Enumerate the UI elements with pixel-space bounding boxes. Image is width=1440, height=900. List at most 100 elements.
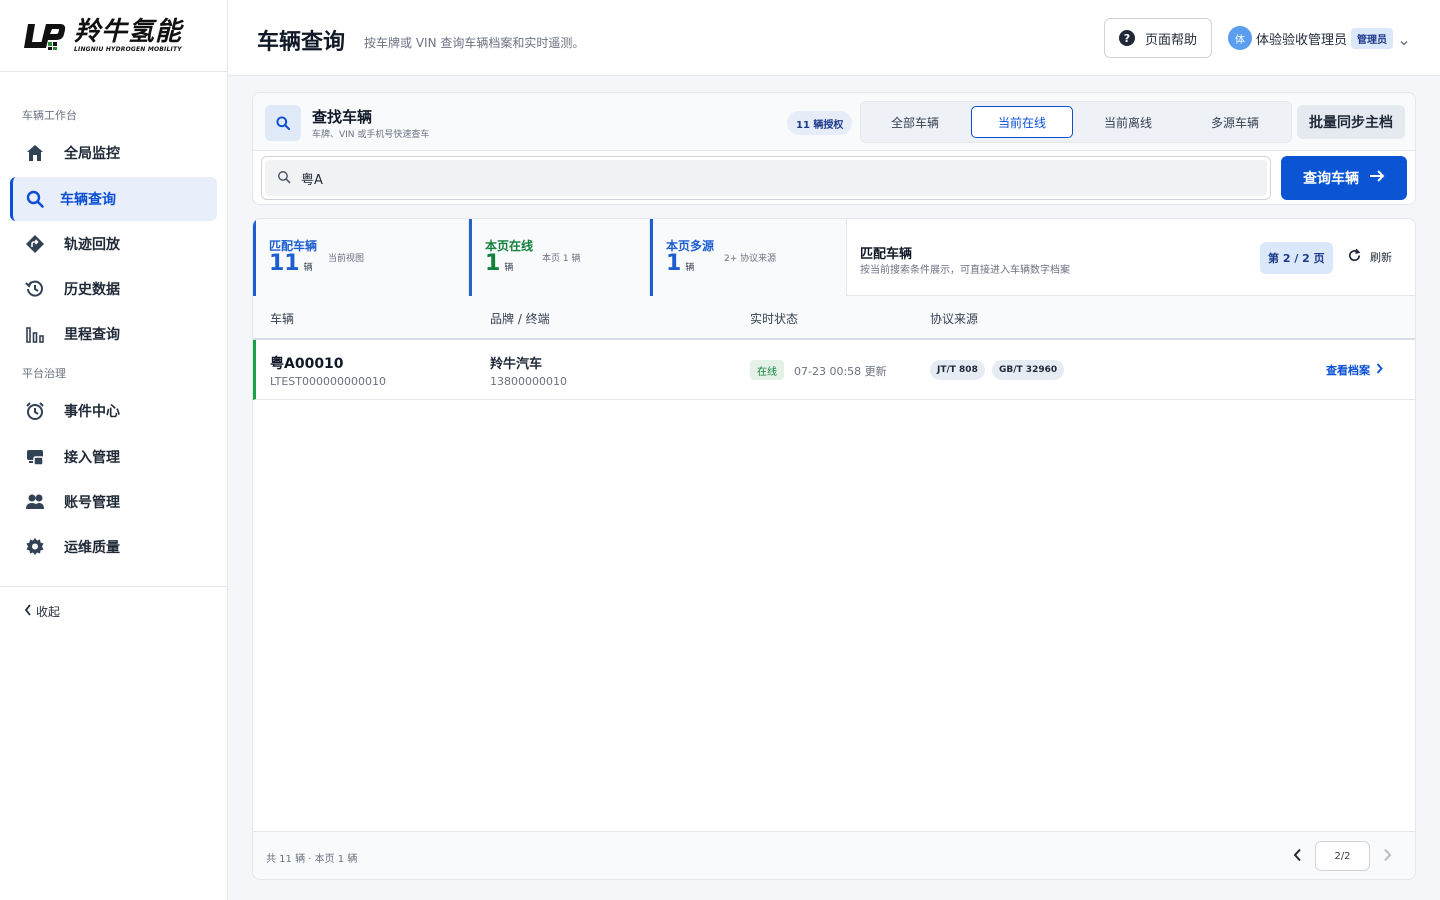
results-title: 匹配车辆 [860,247,913,262]
stat-unit: 辆 [303,263,313,273]
help-label: 页面帮助 [1144,32,1197,48]
query-button-label: 查询车辆 [1303,171,1359,187]
chevron-right-icon [1376,363,1383,377]
authorized-count-badge: 11 辆授权 [787,111,853,135]
sidebar-item-access-management[interactable]: 接入管理 [10,435,217,479]
role-badge: 管理员 [1351,27,1394,49]
avatar: 体 [1228,26,1252,50]
sidebar-item-mileage-query[interactable]: 里程查询 [10,312,217,356]
sidebar-item-global-monitor[interactable]: 全局监控 [10,131,217,175]
history-icon [24,278,46,300]
sidebar-item-history-data[interactable]: 历史数据 [10,267,217,311]
column-header: 实时状态 [750,312,799,326]
results-subtitle: 按当前搜索条件展示，可直接进入车辆数字档案 [860,265,1070,276]
sidebar-divider [0,586,227,587]
tab-multi-source[interactable]: 多源车辆 [1184,106,1286,138]
vehicle-brand: 羚牛汽车 [490,357,543,372]
sidebar-item-label: 历史数据 [64,282,120,298]
stat-note: 2+ 协议来源 [724,254,777,264]
query-vehicle-button[interactable]: 查询车辆 [1281,156,1407,200]
users-icon [24,491,46,513]
sidebar-item-label: 接入管理 [64,450,120,466]
protocol-badge: GB/T 32960 [992,360,1065,380]
home-icon [24,142,46,164]
column-header: 品牌 / 终端 [490,312,550,326]
page-help-button[interactable]: ? 页面帮助 [1104,18,1212,58]
page-title: 车辆查询 [257,30,346,55]
route-icon [24,233,46,255]
page-number-input[interactable]: 2/2 [1315,841,1370,871]
tab-online-now[interactable]: 当前在线 [971,106,1073,138]
table-header: 车辆 品牌 / 终端 实时状态 协议来源 [253,296,1415,340]
search-input[interactable] [301,170,1201,186]
page-indicator-badge: 第 2 / 2 页 [1260,242,1333,274]
view-archive-label: 查看档案 [1326,364,1370,377]
stat-page-online: 本页在线 1辆 本页 1 辆 [469,219,650,296]
chevron-right-icon [1383,847,1392,866]
device-link-icon [24,446,46,468]
stats-bar: 匹配车辆 11 辆 当前视图 本页在线 1辆 本页 1 辆 本页多源 1辆 2+ … [253,219,1415,296]
arrow-right-icon [1369,169,1385,187]
stat-note: 本页 1 辆 [542,254,581,264]
brand-name: 羚牛氢能 [74,16,183,47]
protocol-badge: JT/T 808 [930,360,985,380]
results-panel: 匹配车辆 11 辆 当前视图 本页在线 1辆 本页 1 辆 本页多源 1辆 2+ … [252,218,1416,880]
find-vehicle-subtitle: 车牌、VIN 或手机号快速查车 [312,130,430,140]
stat-value: 11 [269,251,300,276]
search-icon [265,105,301,141]
search-icon [277,169,291,188]
find-vehicle-title: 查找车辆 [312,108,373,126]
sidebar-item-label: 轨迹回放 [64,237,120,253]
search-icon [24,188,46,210]
search-panel-header: 查找车辆 车牌、VIN 或手机号快速查车 11 辆授权 全部车辆 当前在线 当前… [253,93,1415,151]
sidebar-item-label: 事件中心 [64,404,120,420]
terminal-phone: 13800000010 [490,375,567,388]
view-archive-link[interactable]: 查看档案 [1326,362,1383,378]
collapse-label: 收起 [36,605,61,619]
sidebar-item-label: 车辆查询 [60,192,116,208]
tab-all-vehicles[interactable]: 全部车辆 [864,106,966,138]
stat-note: 当前视图 [328,254,365,264]
next-page-button[interactable] [1379,846,1395,866]
chevron-left-icon [24,604,32,619]
brand-logo[interactable]: 羚牛氢能 LINGNIU HYDROGEN MOBILITY [0,0,227,72]
tab-offline-now[interactable]: 当前离线 [1077,106,1179,138]
refresh-button[interactable]: 刷新 [1347,248,1392,266]
search-panel: 查找车辆 车牌、VIN 或手机号快速查车 11 辆授权 全部车辆 当前在线 当前… [252,92,1416,205]
stat-value: 1 [485,251,501,276]
bar-chart-icon [24,323,46,345]
previous-page-button[interactable] [1289,846,1305,866]
user-name: 体验验收管理员 [1256,32,1348,48]
search-field [261,156,1271,200]
table-footer: 共 11 辆 · 本页 1 辆 2/2 [253,831,1415,879]
stat-unit: 辆 [685,263,695,273]
chevron-left-icon [1293,847,1302,866]
refresh-icon [1347,248,1362,266]
sidebar-item-ops-quality[interactable]: 运维质量 [10,525,217,569]
stat-page-multi-source: 本页多源 1辆 2+ 协议来源 [650,219,847,296]
plate-number: 粤A00010 [270,356,344,372]
sidebar-item-track-playback[interactable]: 轨迹回放 [10,222,217,266]
sidebar-item-label: 全局监控 [64,146,120,162]
stat-matched-vehicles: 匹配车辆 11 辆 当前视图 [253,219,469,296]
alarm-clock-icon [24,400,46,422]
sidebar-item-vehicle-query[interactable]: 车辆查询 [10,177,217,221]
sidebar-item-event-center[interactable]: 事件中心 [10,389,217,433]
column-header: 协议来源 [930,312,979,326]
page-header: 车辆查询 按车牌或 VIN 查询车辆档案和实时遥测。 ? 页面帮助 体 体验验收… [228,0,1440,76]
vin: LTEST000000000010 [270,375,386,388]
table-row[interactable]: 粤A00010 LTEST000000000010 羚牛汽车 138000000… [253,340,1415,400]
total-count: 共 11 辆 · 本页 1 辆 [266,854,358,865]
gear-icon [24,536,46,558]
nav-section-workbench: 车辆工作台 [22,109,77,122]
user-menu[interactable]: 体 体验验收管理员 管理员 [1228,26,1409,50]
stat-unit: 辆 [504,263,514,273]
collapse-button[interactable]: 收起 [24,603,60,620]
sidebar-item-account-management[interactable]: 账号管理 [10,480,217,524]
batch-sync-button[interactable]: 批量同步主档 [1297,105,1405,139]
nav-section-governance: 平台治理 [22,367,66,380]
brand-tagline: LINGNIU HYDROGEN MOBILITY [74,45,182,53]
filter-tabs: 全部车辆 当前在线 当前离线 多源车辆 [860,101,1292,143]
sidebar: 羚牛氢能 LINGNIU HYDROGEN MOBILITY 车辆工作台 全局监… [0,0,228,900]
sidebar-item-label: 里程查询 [64,327,120,343]
